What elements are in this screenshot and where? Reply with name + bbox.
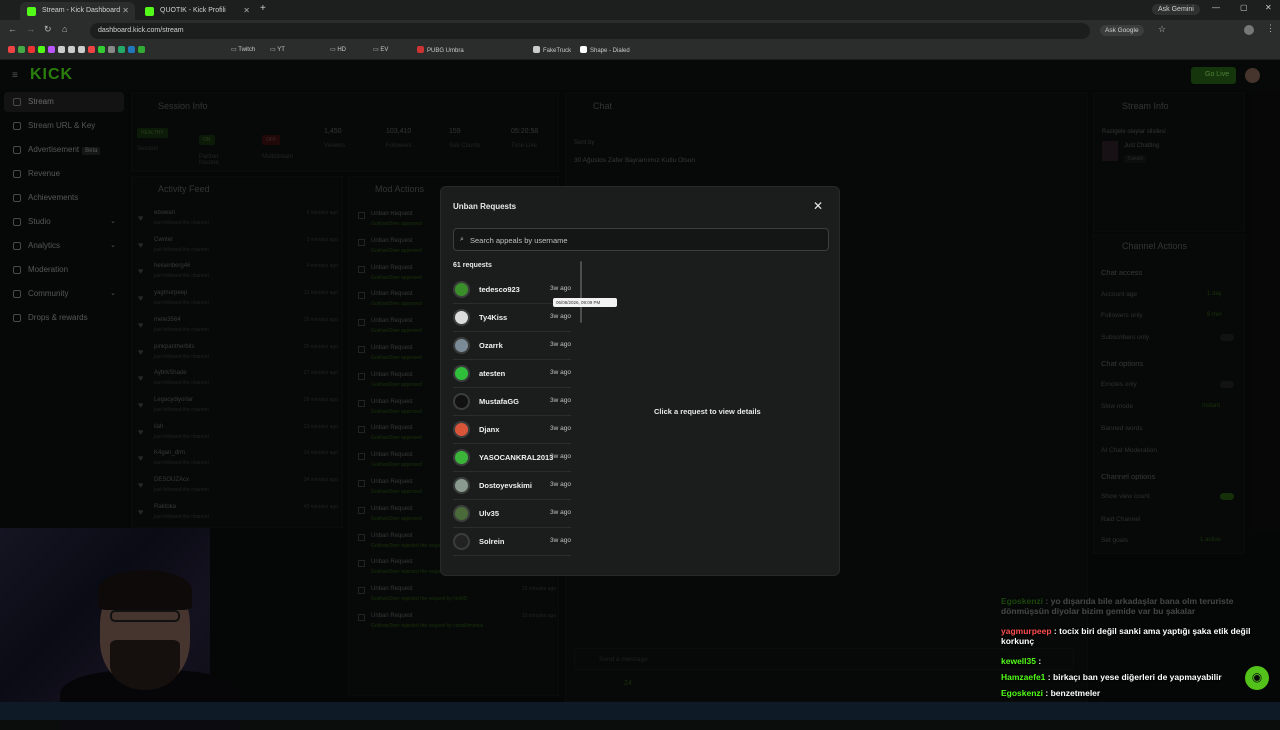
user-avatar — [453, 281, 470, 298]
address-bar-row: ← → ↻ ⌂ dashboard.kick.com/stream Ask Go… — [0, 20, 1280, 42]
browser-tab[interactable]: QUOTIK - Kick Profili ✕ — [138, 2, 256, 20]
bookmark-link[interactable]: Shape - Dialed — [580, 46, 630, 54]
back-icon[interactable]: ← — [8, 24, 17, 34]
browser-tab-active[interactable]: Stream - Kick Dashboard ✕ — [20, 2, 135, 20]
bookmark-folder[interactable]: ▭ EV — [373, 46, 388, 53]
browser-tab-bar: Stream - Kick Dashboard ✕ QUOTIK - Kick … — [0, 0, 1280, 20]
user-avatar — [453, 449, 470, 466]
overlay-chat-message: Hamzaefe1 : birkaçı ban yese diğerleri d… — [1001, 672, 1222, 682]
user-avatar — [453, 477, 470, 494]
unban-request-item[interactable]: Solrein 3w ago — [453, 528, 571, 556]
bookmark-folder[interactable]: ▭ HD — [330, 46, 346, 53]
kick-favicon-icon — [27, 7, 36, 16]
unban-request-item[interactable]: Dostoyevskimi 3w ago — [453, 472, 571, 500]
close-icon: ✕ — [813, 199, 824, 213]
overlay-chat-message: kewell35 : — [1001, 656, 1042, 666]
home-icon[interactable]: ⌂ — [62, 24, 67, 34]
close-tab-icon[interactable]: ✕ — [243, 6, 250, 15]
request-list-scrollbar[interactable] — [580, 261, 582, 323]
unban-request-item[interactable]: MustafaGG 3w ago — [453, 388, 571, 416]
minimize-icon[interactable]: — — [1212, 3, 1220, 12]
overlay-chat-message: yagmurpeep : tocix biri değil sanki ama … — [1001, 626, 1251, 646]
support-chat-button[interactable]: ◉ — [1245, 666, 1269, 690]
new-tab-icon[interactable]: + — [260, 3, 266, 14]
menu-dots-icon[interactable]: ⋮ — [1266, 23, 1275, 34]
user-avatar — [453, 505, 470, 522]
ask-gemini-button[interactable]: Ask Gemini — [1152, 4, 1200, 15]
forward-icon[interactable]: → — [26, 24, 35, 34]
close-window-icon[interactable]: ✕ — [1265, 3, 1272, 12]
url-input[interactable]: dashboard.kick.com/stream — [90, 23, 1090, 39]
timestamp-tooltip: 06/08/2026, 09:09 PM — [553, 298, 617, 307]
bookmarks-bar: ▭ Twitch ▭ YT ▭ HD ▭ EV PUBG Umbra FakeT… — [0, 42, 1280, 60]
user-avatar — [453, 337, 470, 354]
overlay-chat-message: Egoskenzi : benzetmeler — [1001, 688, 1101, 698]
ask-google-button[interactable]: Ask Google — [1100, 25, 1144, 36]
unban-request-item[interactable]: atesten 3w ago — [453, 360, 571, 388]
reload-icon[interactable]: ↻ — [44, 24, 52, 35]
user-avatar — [453, 365, 470, 382]
bookmark-folder[interactable]: ▭ Twitch — [231, 46, 255, 53]
bookmark-star-icon[interactable]: ☆ — [1158, 24, 1166, 35]
kick-favicon-icon — [145, 7, 154, 16]
modal-title: Unban Requests — [453, 202, 517, 211]
search-icon: ⌕ — [460, 236, 464, 243]
chat-bubble-icon: ◉ — [1251, 670, 1263, 684]
user-avatar — [453, 309, 470, 326]
unban-requests-modal: Unban Requests ✕ ⌕ Search appeals by use… — [440, 186, 840, 576]
bookmark-icons-group[interactable] — [8, 46, 148, 54]
user-avatar — [453, 393, 470, 410]
unban-request-item[interactable]: Ozarrk 3w ago — [453, 332, 571, 360]
user-avatar — [453, 421, 470, 438]
user-avatar — [453, 533, 470, 550]
maximize-icon[interactable]: ▢ — [1240, 3, 1248, 12]
bookmark-link[interactable]: PUBG Umbra — [417, 46, 464, 54]
unban-request-item[interactable]: Ty4Kiss 3w ago — [453, 304, 571, 332]
unban-request-item[interactable]: Ulv35 3w ago — [453, 500, 571, 528]
request-detail-placeholder: Click a request to view details — [654, 407, 761, 416]
unban-request-item[interactable]: YASOCANKRAL2013 3w ago — [453, 444, 571, 472]
search-appeals-input[interactable]: ⌕ Search appeals by username — [453, 228, 829, 251]
close-modal-button[interactable]: ✕ — [813, 199, 823, 213]
unban-request-item[interactable]: Djanx 3w ago — [453, 416, 571, 444]
profile-avatar[interactable] — [1244, 25, 1254, 35]
os-taskbar — [0, 702, 1280, 720]
overlay-chat-message: Egoskenzi : yo dışarıda bile arkadaşlar … — [1001, 596, 1234, 616]
request-count: 61 requests — [453, 262, 492, 269]
divider — [453, 555, 571, 556]
bookmark-folder[interactable]: ▭ YT — [270, 46, 285, 53]
close-tab-icon[interactable]: ✕ — [122, 6, 129, 15]
bookmark-link[interactable]: FakeTruck — [533, 46, 571, 54]
